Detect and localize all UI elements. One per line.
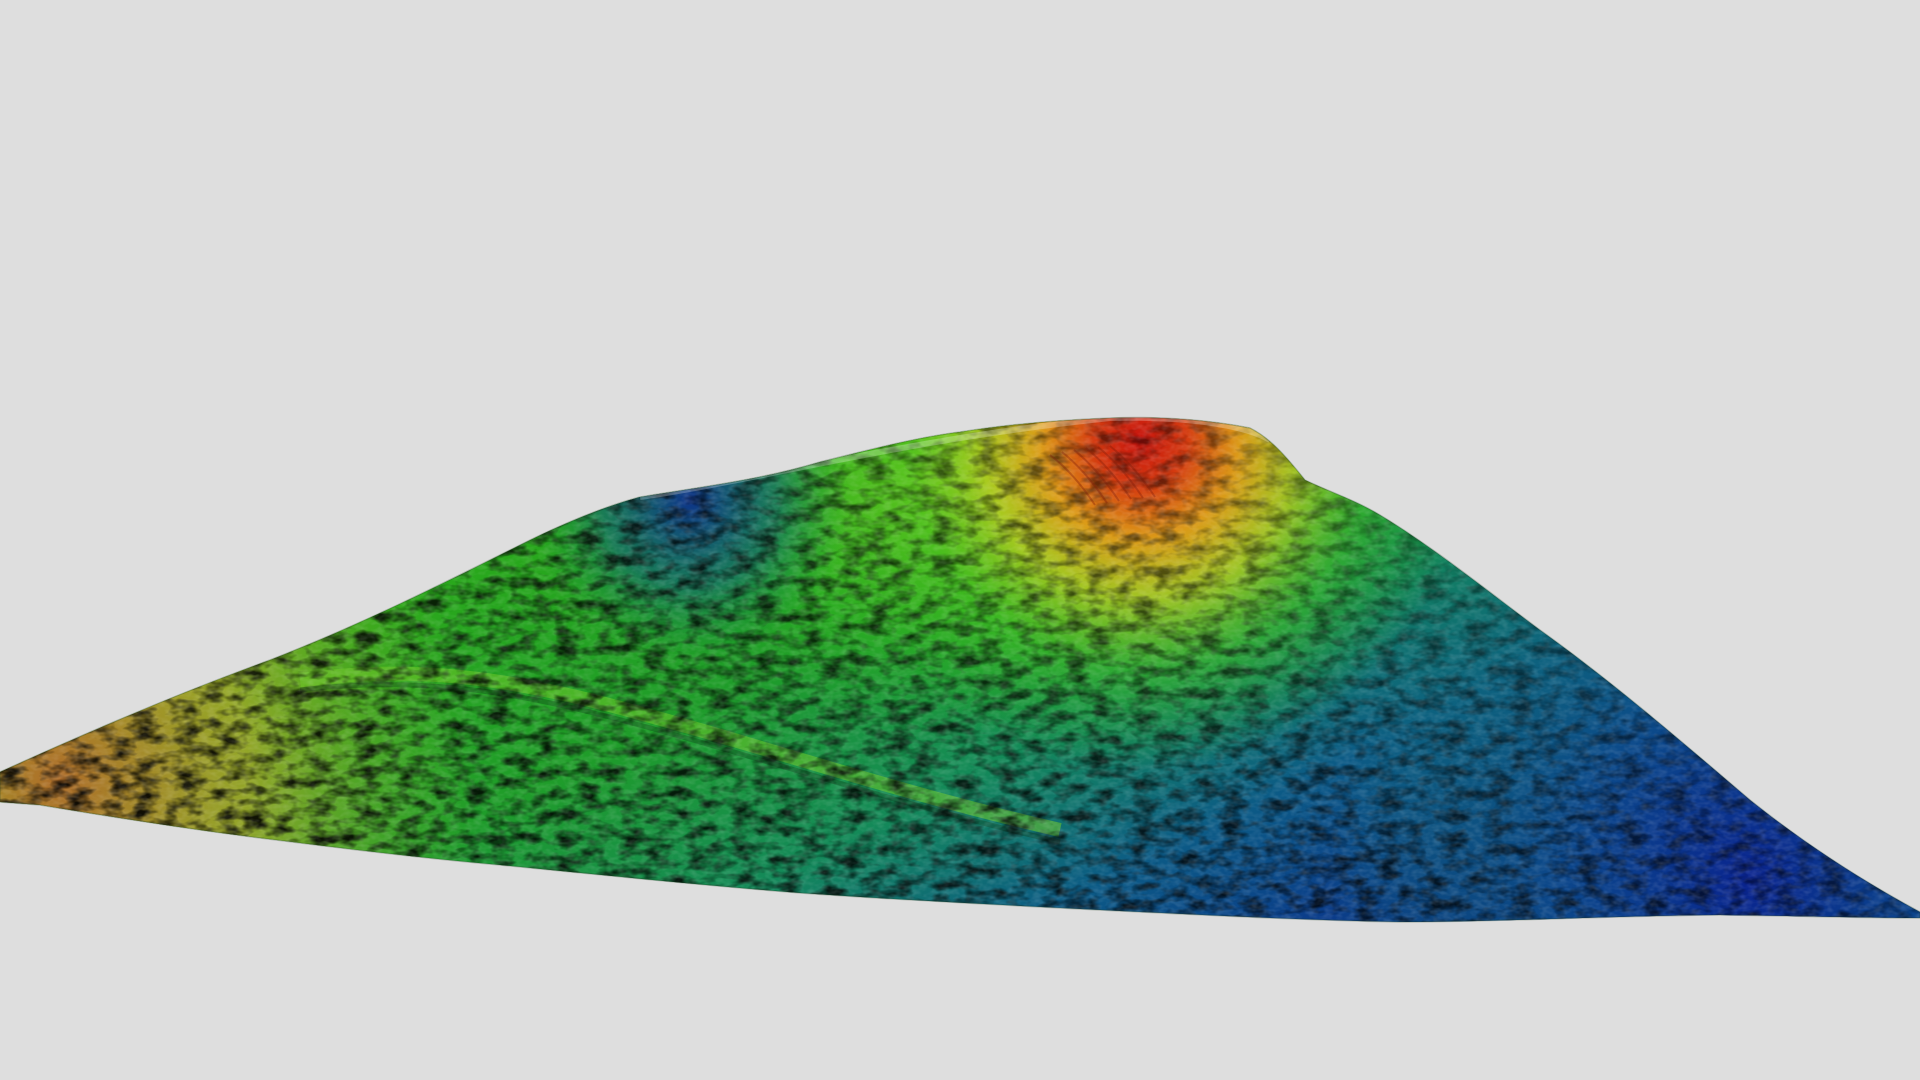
3d-viewport[interactable] bbox=[0, 0, 1920, 1080]
terrain-render bbox=[0, 416, 1920, 923]
